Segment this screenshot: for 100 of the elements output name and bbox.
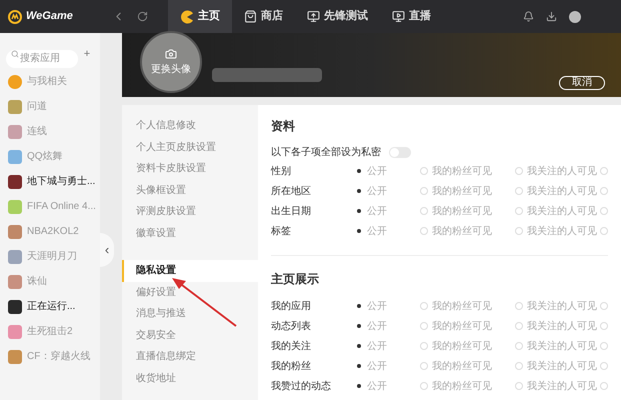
radio-button[interactable]	[515, 167, 523, 175]
radio-button[interactable]	[355, 382, 363, 390]
radio-button[interactable]	[420, 362, 428, 370]
sidebar-item[interactable]: FIFA Online 4...	[0, 194, 100, 219]
sidebar-item[interactable]: 诛仙	[0, 269, 100, 294]
option-label[interactable]: 公开	[367, 358, 387, 374]
sidebar-item[interactable]: 与我相关	[0, 69, 100, 94]
option-label[interactable]: 我关注的人可见	[527, 338, 597, 354]
option-label[interactable]: 公开	[367, 164, 387, 178]
option-label[interactable]: 我关注的人可见	[527, 358, 597, 374]
cancel-button[interactable]: 取消	[559, 76, 605, 90]
radio-button[interactable]	[420, 302, 428, 310]
sidebar-item[interactable]: QQ炫舞	[0, 144, 100, 169]
option-label[interactable]: 我的粉丝可见	[432, 338, 492, 354]
add-button[interactable]: +	[81, 46, 93, 62]
settings-menu-item[interactable]: 头像框设置	[122, 180, 258, 201]
option-label[interactable]: 我的粉丝可见	[432, 378, 492, 394]
radio-button[interactable]	[600, 322, 608, 330]
option-label[interactable]: 公开	[367, 224, 387, 238]
sidebar-item[interactable]: 地下城与勇士...	[0, 169, 100, 194]
collapse-button[interactable]: ‹	[100, 233, 114, 267]
radio-button[interactable]	[600, 382, 608, 390]
bell-icon[interactable]	[523, 11, 534, 22]
radio-button[interactable]	[420, 322, 428, 330]
settings-menu-item[interactable]: 个人主页皮肤设置	[122, 136, 258, 158]
settings-menu-item[interactable]: 直播信息绑定	[122, 346, 258, 368]
refresh-icon[interactable]	[137, 11, 148, 22]
sidebar-item[interactable]: NBA2KOL2	[0, 219, 100, 244]
option-label[interactable]: 我关注的人可见	[527, 378, 597, 394]
radio-button[interactable]	[355, 167, 363, 175]
nav-tab[interactable]: 直播	[380, 0, 443, 33]
download-icon[interactable]	[546, 11, 557, 22]
avatar-placeholder[interactable]: 更换头像	[140, 31, 202, 93]
radio-button[interactable]	[355, 302, 363, 310]
option-label[interactable]: 我的粉丝可见	[432, 224, 492, 238]
option-label[interactable]: 我关注的人可见	[527, 184, 597, 198]
option-label[interactable]: 我关注的人可见	[527, 224, 597, 238]
radio-button[interactable]	[420, 227, 428, 235]
sidebar-item[interactable]: CF：穿越火线	[0, 344, 100, 369]
radio-button[interactable]	[355, 187, 363, 195]
nav-tab[interactable]: 主页	[168, 0, 232, 33]
radio-button[interactable]	[355, 342, 363, 350]
option-label[interactable]: 我的粉丝可见	[432, 298, 492, 314]
radio-button[interactable]	[420, 342, 428, 350]
option-label[interactable]: 我关注的人可见	[527, 204, 597, 218]
option-label[interactable]: 公开	[367, 298, 387, 314]
radio-button[interactable]	[355, 207, 363, 215]
sidebar-item[interactable]: 正在运行...	[0, 294, 100, 319]
radio-button[interactable]	[355, 362, 363, 370]
radio-button[interactable]	[600, 302, 608, 310]
settings-menu-item[interactable]: 消息与推送	[122, 303, 258, 324]
nav-tab[interactable]: 先锋测试	[295, 0, 380, 33]
radio-button[interactable]	[515, 302, 523, 310]
sidebar-item[interactable]: 连线	[0, 119, 100, 144]
nav-tab[interactable]: 商店	[232, 0, 295, 33]
option-label[interactable]: 公开	[367, 184, 387, 198]
option-label[interactable]: 公开	[367, 318, 387, 334]
settings-menu-item[interactable]: 评测皮肤设置	[122, 201, 258, 222]
radio-button[interactable]	[420, 167, 428, 175]
settings-menu-item[interactable]: 交易安全	[122, 324, 258, 346]
option-label[interactable]: 我关注的人可见	[527, 298, 597, 314]
settings-menu-item[interactable]: 偏好设置	[122, 282, 258, 303]
radio-button[interactable]	[600, 227, 608, 235]
settings-menu-item[interactable]: 个人信息修改	[122, 115, 258, 136]
sidebar-item[interactable]: 问道	[0, 94, 100, 119]
settings-menu-item[interactable]: 收货地址	[122, 368, 258, 389]
option-label[interactable]: 公开	[367, 378, 387, 394]
option-label[interactable]: 我的粉丝可见	[432, 184, 492, 198]
settings-menu-item[interactable]: 徽章设置	[122, 222, 258, 244]
radio-button[interactable]	[515, 207, 523, 215]
radio-button[interactable]	[515, 322, 523, 330]
option-label[interactable]: 我的粉丝可见	[432, 204, 492, 218]
radio-button[interactable]	[515, 187, 523, 195]
user-avatar[interactable]	[569, 10, 581, 22]
radio-button[interactable]	[355, 322, 363, 330]
radio-button[interactable]	[600, 167, 608, 175]
radio-button[interactable]	[420, 382, 428, 390]
radio-button[interactable]	[600, 342, 608, 350]
search-field[interactable]: 搜索应用	[6, 50, 78, 68]
option-label[interactable]: 公开	[367, 204, 387, 218]
sidebar-item[interactable]: 生死狙击2	[0, 319, 100, 344]
radio-button[interactable]	[600, 187, 608, 195]
radio-button[interactable]	[420, 187, 428, 195]
settings-menu-item[interactable]: 资料卡皮肤设置	[122, 158, 258, 180]
option-label[interactable]: 我关注的人可见	[527, 318, 597, 334]
radio-button[interactable]	[600, 362, 608, 370]
sidebar-item[interactable]: 天涯明月刀	[0, 244, 100, 269]
radio-button[interactable]	[515, 227, 523, 235]
option-label[interactable]: 我的粉丝可见	[432, 164, 492, 178]
option-label[interactable]: 我的粉丝可见	[432, 318, 492, 334]
radio-button[interactable]	[355, 227, 363, 235]
radio-button[interactable]	[515, 362, 523, 370]
option-label[interactable]: 公开	[367, 338, 387, 354]
radio-button[interactable]	[600, 207, 608, 215]
settings-menu-item[interactable]: 隐私设置	[122, 260, 258, 282]
option-label[interactable]: 我关注的人可见	[527, 164, 597, 178]
radio-button[interactable]	[515, 342, 523, 350]
radio-button[interactable]	[420, 207, 428, 215]
radio-button[interactable]	[515, 382, 523, 390]
option-label[interactable]: 我的粉丝可见	[432, 358, 492, 374]
